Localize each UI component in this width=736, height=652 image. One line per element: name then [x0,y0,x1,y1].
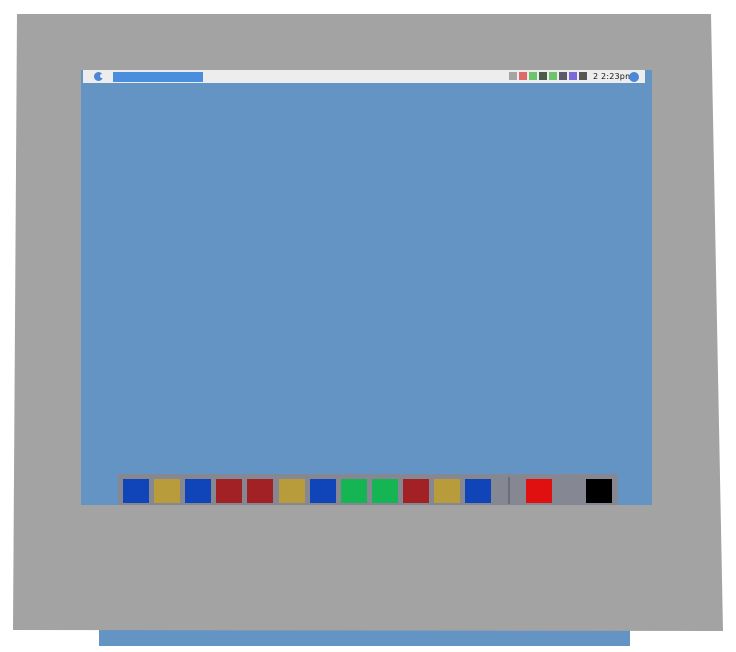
dock-app-9-icon[interactable] [371,479,398,503]
dock [118,474,618,505]
tray-icon-6[interactable] [559,72,567,80]
tray-icon-4[interactable] [539,72,547,80]
tray-icon-8[interactable] [579,72,587,80]
dock-trash-item-icon[interactable] [586,479,612,503]
tray-icon-5[interactable] [549,72,557,80]
tray-icon-2[interactable] [519,72,527,80]
dock-app-5-icon[interactable] [247,479,274,503]
menu-bar: 2 2:23pm [83,70,645,83]
globe-icon[interactable] [629,72,639,82]
dock-app-2-icon[interactable] [154,479,181,503]
dock-app-6-icon[interactable] [278,479,305,503]
dock-app-10-icon[interactable] [402,479,429,503]
tray-icon-3[interactable] [529,72,537,80]
dock-separator [508,477,510,504]
dock-app-11-icon[interactable] [434,479,460,503]
dock-app-3-icon[interactable] [185,479,212,503]
clock: 2 2:23pm [593,72,634,81]
active-menu-highlight[interactable] [113,72,203,82]
apple-logo-icon[interactable] [94,72,104,81]
desktop-screen[interactable]: 2 2:23pm [81,70,652,505]
tray-icon-7[interactable] [569,72,577,80]
dock-app-4-icon[interactable] [216,479,243,503]
dock-app-8-icon[interactable] [340,479,367,503]
status-tray [509,72,589,80]
tray-icon-1[interactable] [509,72,517,80]
dock-app-7-icon[interactable] [309,479,336,503]
dock-red-item-icon[interactable] [526,479,552,503]
dock-app-1-icon[interactable] [123,479,149,503]
dock-app-12-icon[interactable] [465,479,492,503]
